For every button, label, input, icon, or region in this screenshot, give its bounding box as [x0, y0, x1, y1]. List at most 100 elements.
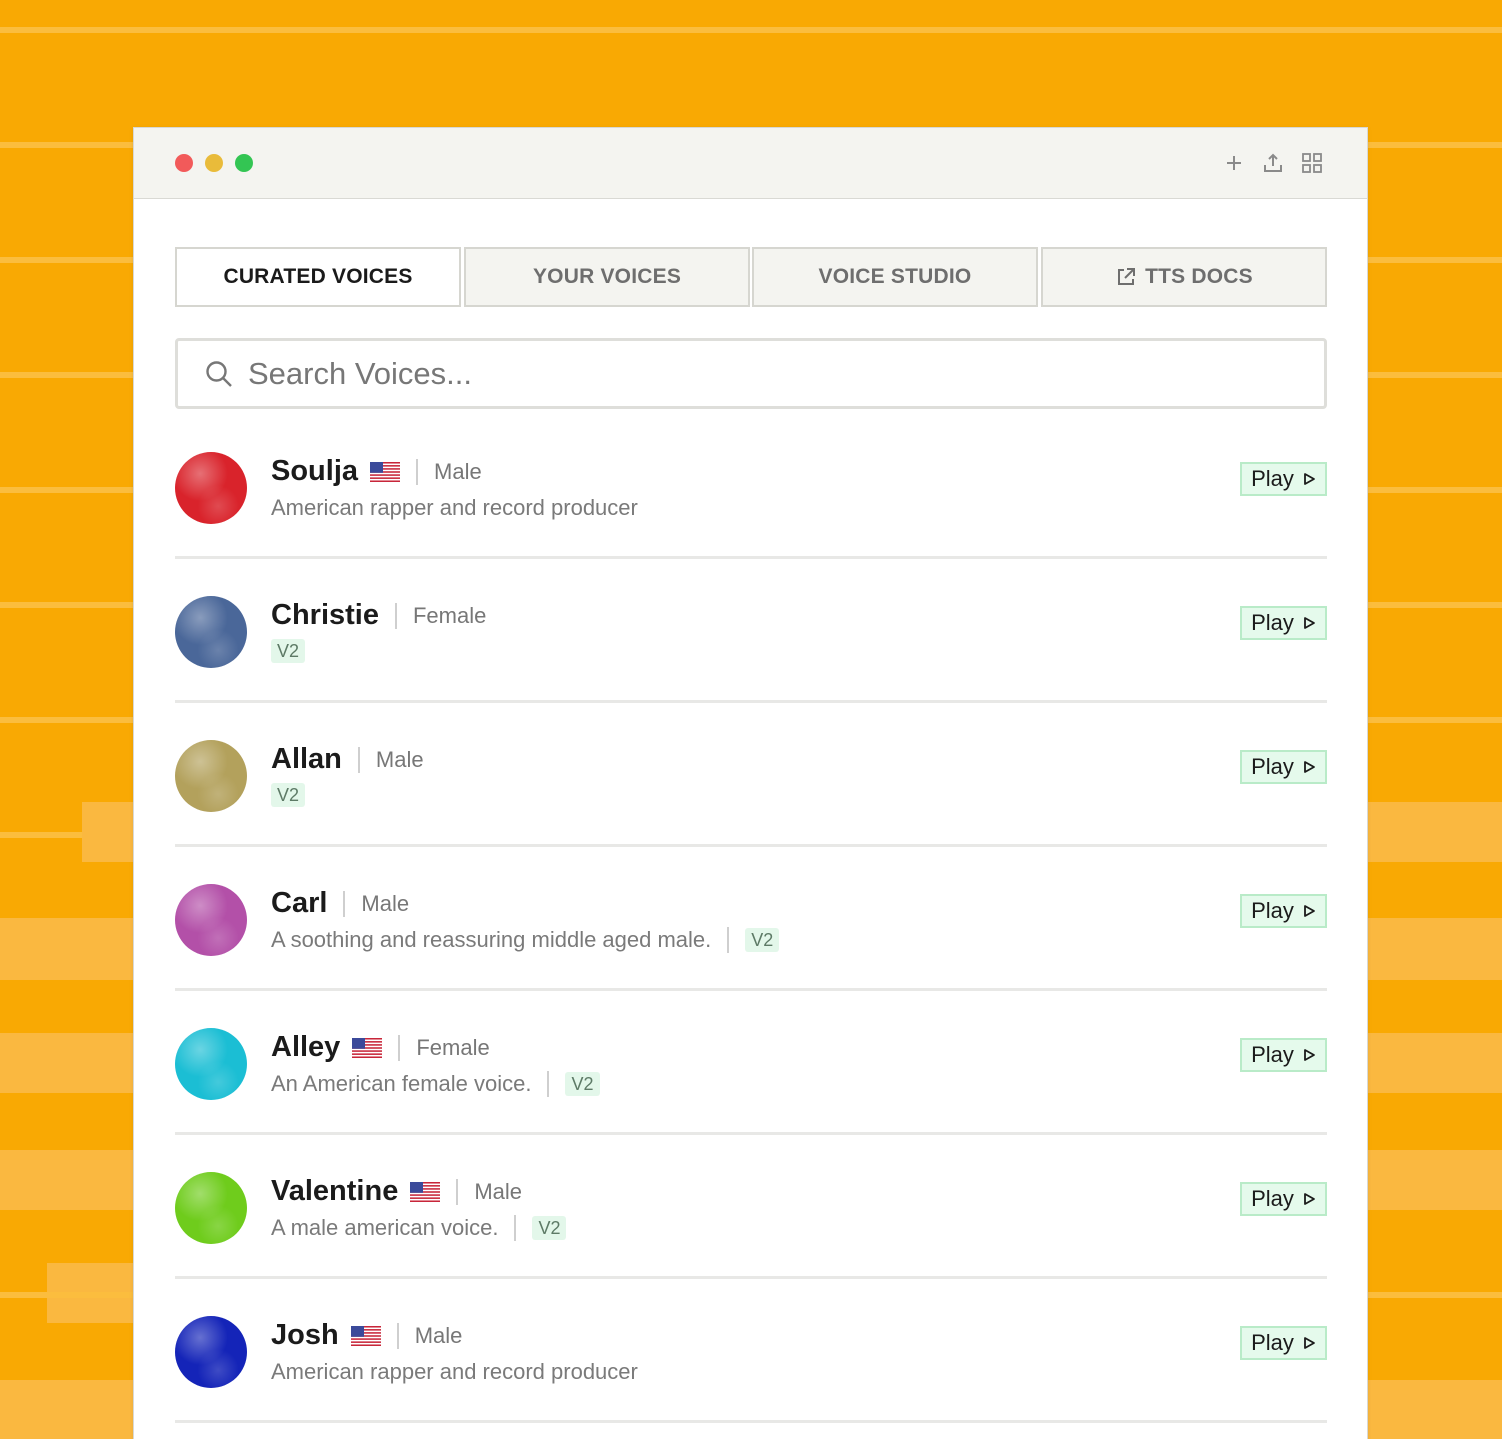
divider	[514, 1215, 517, 1241]
voice-name: Valentine	[271, 1175, 399, 1207]
divider	[343, 890, 346, 917]
voice-row: Valentine Male A male american voice. V2 Pla…	[175, 1135, 1327, 1279]
play-button[interactable]: Play	[1240, 1326, 1327, 1360]
us-flag-icon	[410, 1181, 441, 1202]
voice-name: Christie	[271, 599, 379, 631]
voice-details: A male american voice. V2	[271, 1215, 567, 1241]
play-label: Play	[1251, 898, 1294, 923]
plus-icon[interactable]	[1223, 152, 1245, 174]
avatar	[175, 740, 247, 812]
voice-details: V2	[271, 639, 306, 663]
play-icon	[1302, 760, 1316, 774]
minimize-window-button[interactable]	[205, 154, 223, 172]
play-label: Play	[1251, 1186, 1294, 1211]
play-label: Play	[1251, 1330, 1294, 1355]
voice-details: V2	[271, 783, 306, 807]
search-icon	[204, 359, 234, 389]
maximize-window-button[interactable]	[235, 154, 253, 172]
play-icon	[1302, 616, 1316, 630]
play-label: Play	[1251, 466, 1294, 491]
tab-curated-voices[interactable]: CURATED VOICES	[175, 247, 461, 307]
avatar	[175, 596, 247, 668]
play-label: Play	[1251, 610, 1294, 635]
divider	[456, 1178, 459, 1205]
tab-bar: CURATED VOICES YOUR VOICES VOICE STUDIO …	[175, 247, 1327, 307]
app-window: CURATED VOICES YOUR VOICES VOICE STUDIO …	[133, 127, 1368, 1439]
voice-description: An American female voice.	[271, 1071, 532, 1096]
voice-name: Carl	[271, 887, 328, 919]
version-badge: V2	[532, 1216, 567, 1240]
voice-header: Valentine Male	[271, 1175, 522, 1208]
tab-tts-docs[interactable]: TTS DOCS	[1041, 247, 1327, 307]
voice-name: Allan	[271, 743, 342, 775]
tab-voice-studio[interactable]: VOICE STUDIO	[752, 247, 1038, 307]
voice-header: Alley Female	[271, 1031, 490, 1064]
voice-row: Alley Female An American female voice. V2 Pl…	[175, 991, 1327, 1135]
version-badge: V2	[271, 783, 306, 807]
play-label: Play	[1251, 1042, 1294, 1067]
divider	[416, 458, 419, 485]
us-flag-icon	[350, 1325, 381, 1346]
us-flag-icon	[370, 461, 401, 482]
tab-label: TTS DOCS	[1145, 265, 1253, 288]
version-badge: V2	[565, 1072, 600, 1096]
voice-description: A male american voice.	[271, 1215, 499, 1240]
divider	[394, 602, 397, 629]
voice-row: Soulja Male American rapper and record pro…	[175, 415, 1327, 559]
voice-gender: Male	[434, 458, 482, 484]
play-label: Play	[1251, 754, 1294, 779]
voice-gender: Female	[416, 1034, 490, 1060]
external-link-icon	[1115, 266, 1137, 288]
play-button[interactable]: Play	[1240, 462, 1327, 496]
voice-gender: Female	[412, 602, 487, 628]
voice-row: Christie Female V2 Play	[175, 559, 1327, 703]
voice-header: Carl Male	[271, 887, 409, 920]
tab-your-voices[interactable]: YOUR VOICES	[464, 247, 750, 307]
play-button[interactable]: Play	[1240, 1038, 1327, 1072]
voice-description: American rapper and record producer	[271, 495, 638, 520]
voice-description: American rapper and record producer	[271, 1359, 638, 1384]
voice-details: An American female voice. V2	[271, 1071, 600, 1097]
voice-details: American rapper and record producer	[271, 1359, 638, 1385]
tab-label: YOUR VOICES	[532, 265, 682, 288]
voice-header: Christie Female	[271, 599, 486, 632]
voice-gender: Male	[474, 1178, 523, 1204]
divider	[357, 746, 360, 773]
voice-header: Soulja Male	[271, 455, 482, 488]
play-button[interactable]: Play	[1240, 750, 1327, 784]
play-button[interactable]: Play	[1240, 1182, 1327, 1216]
play-icon	[1302, 472, 1316, 486]
voice-name: Soulja	[271, 455, 359, 487]
divider	[396, 1322, 399, 1349]
tab-label: CURATED VOICES	[223, 265, 413, 288]
play-icon	[1302, 1192, 1316, 1206]
divider	[398, 1034, 401, 1061]
play-button[interactable]: Play	[1240, 606, 1327, 640]
search-bar	[175, 338, 1327, 409]
window-titlebar	[134, 128, 1367, 199]
voice-details: A soothing and reassuring middle aged ma…	[271, 927, 780, 953]
avatar	[175, 884, 247, 956]
voice-row: Carl Male A soothing and reassuring middle…	[175, 847, 1327, 991]
voice-list: Soulja Male American rapper and record pro…	[175, 415, 1327, 1423]
voice-row: Allan Male V2 Play	[175, 703, 1327, 847]
avatar	[175, 1028, 247, 1100]
grid-icon[interactable]	[1301, 152, 1323, 174]
play-icon	[1302, 904, 1316, 918]
voice-details: American rapper and record producer	[271, 495, 638, 521]
play-icon	[1302, 1048, 1316, 1062]
voice-name: Alley	[271, 1031, 341, 1063]
tab-label: VOICE STUDIO	[818, 265, 972, 288]
share-icon[interactable]	[1262, 152, 1284, 174]
voice-row: Josh Male American rapper and record produ…	[175, 1279, 1327, 1423]
close-window-button[interactable]	[175, 154, 193, 172]
voice-description: A soothing and reassuring middle aged ma…	[271, 927, 712, 952]
voice-header: Allan Male	[271, 743, 424, 776]
background-band	[1368, 802, 1502, 862]
play-button[interactable]: Play	[1240, 894, 1327, 928]
background-stripe	[0, 27, 1502, 33]
divider	[547, 1071, 550, 1097]
divider	[727, 927, 730, 953]
voice-gender: Male	[375, 746, 424, 772]
search-input[interactable]	[248, 355, 1148, 392]
